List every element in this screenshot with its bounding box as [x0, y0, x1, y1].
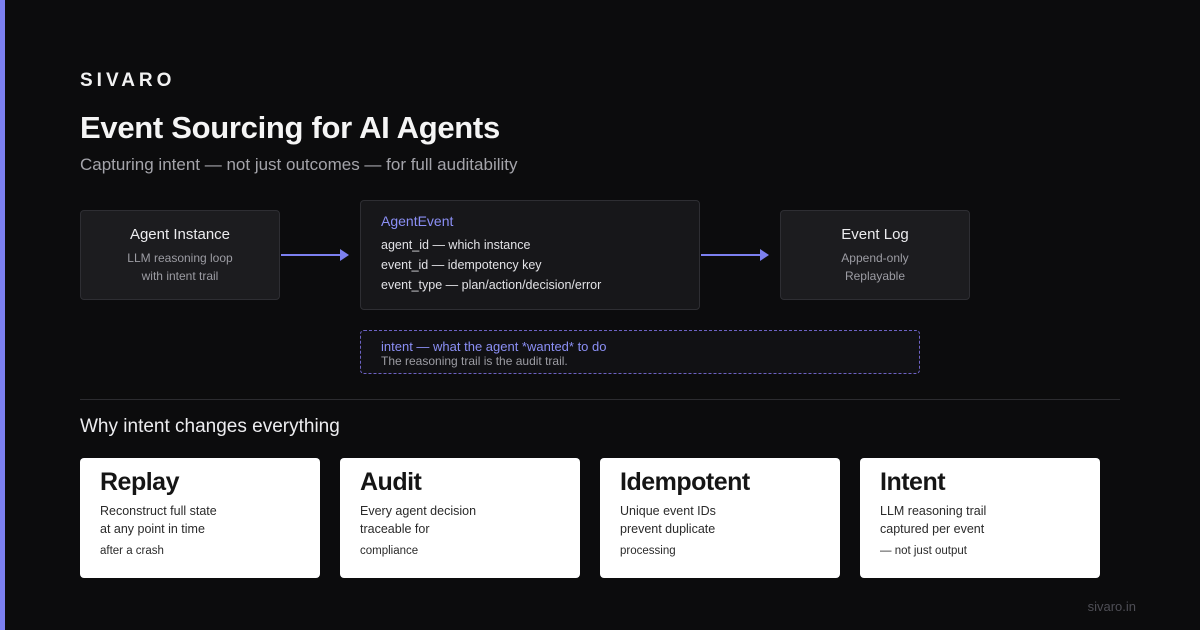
intent-subtext: The reasoning trail is the audit trail. — [381, 354, 568, 368]
event-field: agent_id — which instance — [381, 238, 531, 252]
agent-instance-line: LLM reasoning loop — [127, 250, 233, 265]
feature-card-replay: Replay Reconstruct full state at any poi… — [80, 458, 320, 578]
card-title: Replay — [100, 468, 179, 496]
card-line: Every agent decision — [360, 504, 477, 518]
section-title: Why intent changes everything — [80, 416, 340, 437]
agent-instance-line: with intent trail — [141, 268, 219, 283]
agent-instance-title: Agent Instance — [129, 225, 231, 243]
agent-event-node: AgentEvent agent_id — which instance eve… — [360, 200, 700, 310]
page-title: Event Sourcing for AI Agents — [80, 110, 500, 145]
intent-callout: intent — what the agent *wanted* to do T… — [360, 330, 920, 374]
card-extra: compliance — [360, 545, 419, 557]
card-line: Reconstruct full state — [100, 504, 217, 518]
event-field: event_id — idempotency key — [381, 258, 542, 272]
card-title: Idempotent — [620, 468, 750, 496]
card-line: captured per event — [880, 522, 985, 536]
arrow-right-icon — [281, 249, 349, 261]
card-line: Unique event IDs — [620, 504, 716, 518]
card-line: at any point in time — [100, 522, 205, 536]
intent-line: intent — what the agent *wanted* to do — [381, 339, 607, 354]
event-log-title: Event Log — [841, 225, 909, 243]
field-desc: plan/action/decision/error — [461, 278, 602, 292]
field-desc: idempotency key — [447, 258, 542, 272]
brand-logo: SIVARO — [80, 70, 176, 91]
card-title: Intent — [880, 468, 946, 496]
page-subtitle: Capturing intent — not just outcomes — f… — [80, 155, 518, 174]
event-field: event_type — plan/action/decision/error — [381, 278, 602, 292]
card-line: prevent duplicate — [620, 522, 716, 536]
card-line: traceable for — [360, 522, 430, 536]
card-extra: after a crash — [100, 545, 164, 557]
section-divider — [80, 399, 1120, 400]
feature-card-intent: Intent LLM reasoning trail captured per … — [860, 458, 1100, 578]
event-log-line: Append-only — [841, 250, 909, 265]
event-log-node: Event Log Append-only Replayable — [780, 210, 970, 300]
accent-bar — [0, 0, 5, 630]
field-name: event_id — [381, 258, 429, 272]
event-log-line: Replayable — [844, 268, 906, 283]
card-extra: — not just output — [880, 545, 967, 557]
field-desc: which instance — [448, 238, 531, 252]
card-title: Audit — [360, 468, 422, 496]
field-name: event_type — [381, 278, 443, 292]
arrow-right-icon — [701, 249, 769, 261]
agent-instance-node: Agent Instance LLM reasoning loop with i… — [80, 210, 280, 300]
card-line: LLM reasoning trail — [880, 504, 987, 518]
agent-event-title: AgentEvent — [381, 213, 454, 229]
footer-url[interactable]: sivaro.in — [1088, 599, 1136, 614]
feature-card-idempotent: Idempotent Unique event IDs prevent dupl… — [600, 458, 840, 578]
field-name: agent_id — [381, 238, 429, 252]
feature-card-audit: Audit Every agent decision traceable for… — [340, 458, 580, 578]
card-extra: processing — [620, 545, 676, 557]
